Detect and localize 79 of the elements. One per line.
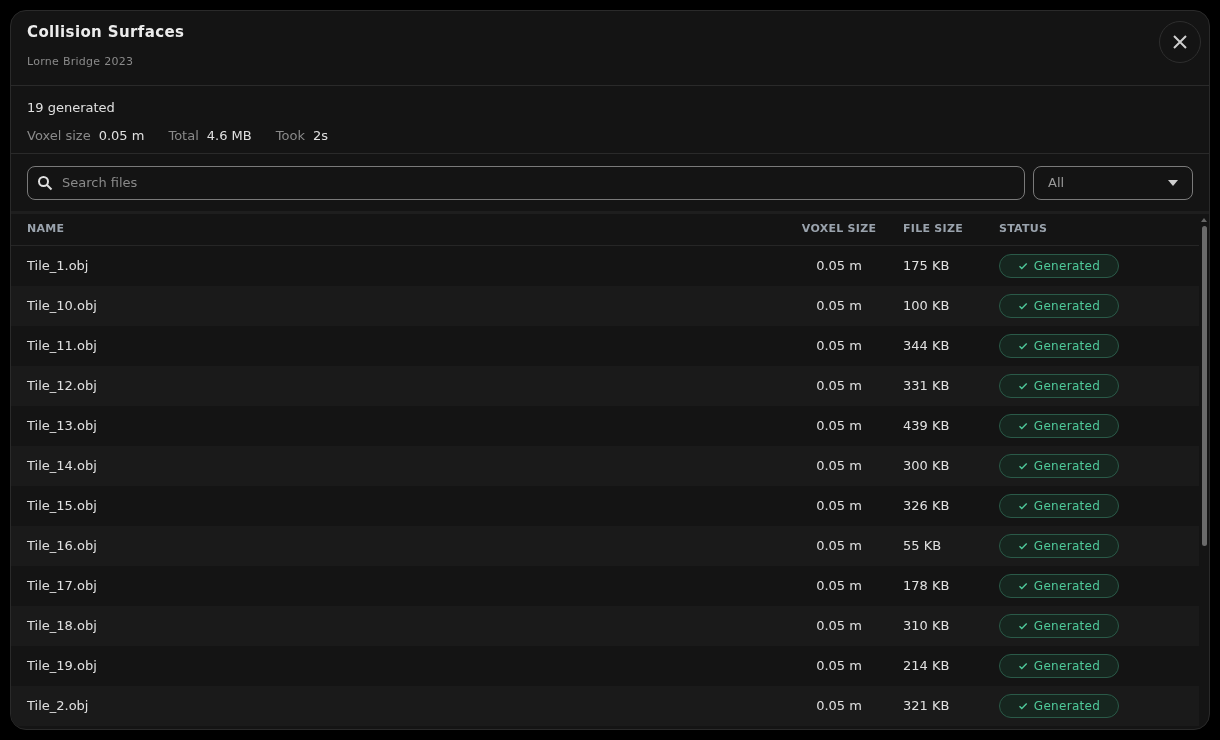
voxel-size: 0.05 m <box>816 657 862 676</box>
file-name: Tile_2.obj <box>27 697 90 716</box>
file-name: Tile_18.obj <box>27 617 98 636</box>
check-icon <box>1017 341 1028 351</box>
file-name: Tile_19.obj <box>27 657 98 676</box>
check-icon <box>1017 421 1028 431</box>
status-badge: Generated <box>999 374 1119 398</box>
voxel-size: 0.05 m <box>816 617 862 636</box>
dialog-subtitle: Lorne Bridge 2023 <box>27 53 135 70</box>
voxel-size: 0.05 m <box>816 377 862 396</box>
stat-label: Voxel size <box>27 126 91 145</box>
stat-label: Total <box>168 126 199 145</box>
file-size: 55 KB <box>902 537 943 556</box>
voxel-size: 0.05 m <box>816 417 862 436</box>
file-name: Tile_11.obj <box>27 337 98 356</box>
status-badge: Generated <box>999 694 1119 718</box>
check-icon <box>1017 461 1028 471</box>
file-name: Tile_14.obj <box>27 457 98 476</box>
voxel-size: 0.05 m <box>816 337 862 356</box>
voxel-size: 0.05 m <box>816 497 862 516</box>
column-header: NAME <box>27 221 66 238</box>
voxel-size: 0.05 m <box>816 537 862 556</box>
caret-icon <box>1168 179 1178 186</box>
file-size: 344 KB <box>902 337 951 356</box>
close-icon <box>1172 34 1188 50</box>
file-name: Tile_12.obj <box>27 377 98 396</box>
check-icon <box>1017 581 1028 591</box>
file-size: 175 KB <box>902 257 951 276</box>
file-name: Tile_1.obj <box>27 257 90 276</box>
scroll-up-icon <box>1201 218 1207 222</box>
status-badge: Generated <box>999 654 1119 678</box>
column-header: STATUS <box>998 221 1049 238</box>
check-icon <box>1017 701 1028 711</box>
voxel-size: 0.05 m <box>816 257 862 276</box>
check-icon <box>1017 621 1028 631</box>
file-name: Tile_13.obj <box>27 417 98 436</box>
check-icon <box>1017 301 1028 311</box>
status-badge: Generated <box>999 334 1119 358</box>
voxel-size: 0.05 m <box>816 457 862 476</box>
file-size: 326 KB <box>902 497 951 516</box>
file-name: Tile_16.obj <box>27 537 98 556</box>
status-badge: Generated <box>999 294 1119 318</box>
status-badge: Generated <box>999 454 1119 478</box>
dialog-title: Collision Surfaces <box>27 22 185 43</box>
check-icon <box>1017 261 1028 271</box>
file-size: 214 KB <box>902 657 951 676</box>
status-badge: Generated <box>999 534 1119 558</box>
filter-dropdown[interactable]: All <box>1033 165 1193 200</box>
stat-label: Took <box>275 126 305 145</box>
file-size: 100 KB <box>902 297 951 316</box>
file-name: Tile_17.obj <box>27 577 98 596</box>
stat-value: 2s <box>312 126 328 145</box>
file-name: Tile_15.obj <box>27 497 98 516</box>
status-badge: Generated <box>999 614 1119 638</box>
column-header: VOXEL SIZE <box>801 221 877 238</box>
check-icon <box>1017 541 1028 551</box>
column-header: FILE SIZE <box>902 221 964 238</box>
voxel-size: 0.05 m <box>816 697 862 716</box>
file-size: 331 KB <box>902 377 951 396</box>
file-size: 178 KB <box>902 577 951 596</box>
status-badge: Generated <box>999 494 1119 518</box>
file-name: Tile_10.obj <box>27 297 98 316</box>
file-size: 321 KB <box>902 697 951 716</box>
status-badge: Generated <box>999 574 1119 598</box>
file-size: 310 KB <box>902 617 951 636</box>
voxel-size: 0.05 m <box>816 577 862 596</box>
generated-count: 19 generated <box>27 99 116 117</box>
check-icon <box>1017 381 1028 391</box>
search-field[interactable]: Search files <box>27 165 1025 200</box>
file-size: 300 KB <box>902 457 951 476</box>
status-badge: Generated <box>999 254 1119 278</box>
file-size: 439 KB <box>902 417 951 436</box>
check-icon <box>1017 501 1028 511</box>
stat-value: 0.05 m <box>98 126 145 145</box>
check-icon <box>1017 661 1028 671</box>
stat-value: 4.6 MB <box>206 126 252 145</box>
search-icon <box>37 174 53 191</box>
voxel-size: 0.05 m <box>816 297 862 316</box>
status-badge: Generated <box>999 414 1119 438</box>
